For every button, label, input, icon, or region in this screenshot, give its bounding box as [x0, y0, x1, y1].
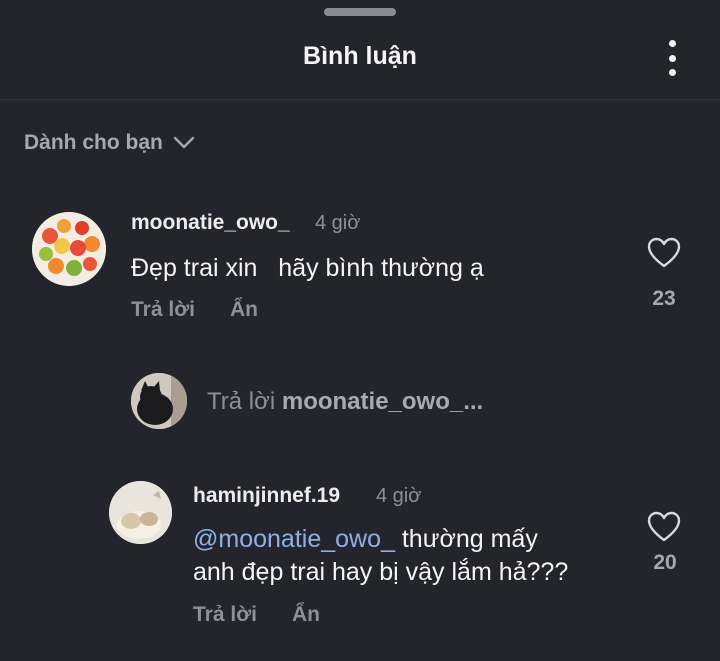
- page-title: Bình luận: [303, 42, 417, 70]
- reply-prompt-prefix: Trả lời: [207, 388, 276, 415]
- comment-username[interactable]: moonatie_owo_: [131, 211, 290, 235]
- reply-input[interactable]: Trả lời moonatie_owo_...: [207, 388, 483, 416]
- heart-outline-icon[interactable]: [647, 237, 681, 269]
- reply-text: @moonatie_owo_ thường mấy anh đẹp trai h…: [193, 523, 633, 589]
- like-count: 20: [653, 551, 677, 574]
- comments-header: Bình luận: [0, 0, 720, 100]
- heart-outline-icon[interactable]: [647, 511, 681, 543]
- current-user-avatar: [131, 373, 187, 429]
- reply-time: 4 giờ: [376, 485, 422, 507]
- more-vertical-icon[interactable]: [660, 40, 684, 76]
- like-count: 23: [652, 287, 676, 310]
- chevron-down-icon: [173, 136, 195, 149]
- hide-button[interactable]: Ẩn: [292, 603, 320, 627]
- comment-text: Đẹp trai xin hãy bình thường ạ: [131, 254, 484, 282]
- comment-time: 4 giờ: [315, 212, 361, 234]
- filter-label: Dành cho bạn: [24, 131, 163, 154]
- reply-text-line1: thường mấy: [394, 525, 538, 553]
- reply-username[interactable]: haminjinnef.19: [193, 484, 340, 508]
- reply-button[interactable]: Trả lời: [193, 603, 257, 627]
- avatar[interactable]: [32, 212, 106, 286]
- mention-link[interactable]: @moonatie_owo_: [193, 525, 395, 553]
- reply-prompt-target: moonatie_owo_...: [281, 388, 484, 415]
- reply-text-line2: anh đẹp trai hay bị vậy lắm hả???: [193, 558, 569, 586]
- reply-button[interactable]: Trả lời: [131, 298, 195, 322]
- filter-dropdown[interactable]: Dành cho bạn: [24, 128, 195, 158]
- hide-button[interactable]: Ẩn: [230, 298, 258, 322]
- avatar[interactable]: [109, 481, 172, 544]
